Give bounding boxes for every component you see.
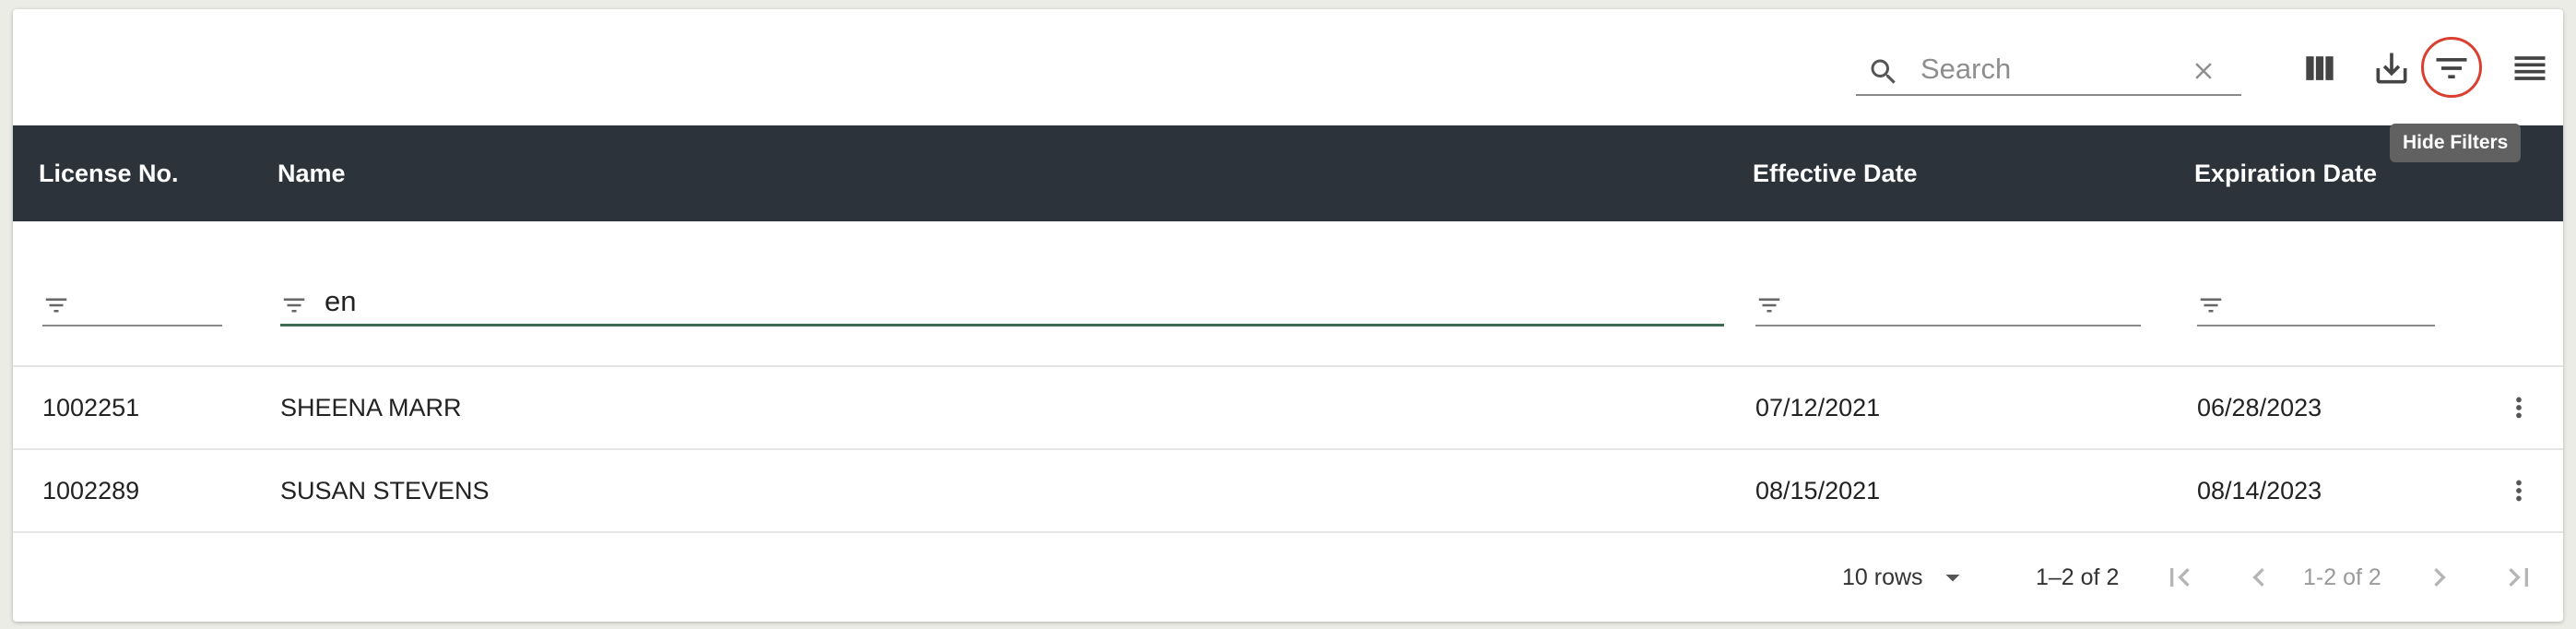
rows-per-page-value: 10 rows — [1842, 564, 1923, 590]
table-pagination: 10 rows 1–2 of 2 1-2 of 2 — [13, 533, 2563, 622]
search-icon — [1871, 59, 1896, 84]
expiration-date-cell: 08/14/2023 — [2197, 477, 2322, 504]
filter-icon — [283, 298, 305, 313]
previous-page-button[interactable] — [2239, 557, 2279, 598]
row-menu-button[interactable] — [2500, 389, 2537, 426]
column-header-effective-date[interactable]: Effective Date — [1753, 125, 1918, 221]
expiration-date-cell: 06/28/2023 — [2197, 394, 2322, 421]
expiration-date-filter-input[interactable] — [2239, 282, 2428, 321]
more-vert-icon — [2516, 480, 2522, 502]
pagination-range: 1–2 of 2 — [2036, 564, 2120, 590]
rows-per-page-select[interactable]: 10 rows — [1842, 553, 1969, 601]
view-list-button[interactable] — [2502, 41, 2558, 96]
columns-button[interactable] — [2292, 41, 2347, 96]
table-toolbar: Hide Filters — [13, 9, 2563, 162]
first-page-button[interactable] — [2159, 557, 2200, 598]
filter-row — [13, 221, 2563, 367]
filter-icon — [45, 298, 67, 313]
license-filter-input[interactable] — [85, 282, 218, 321]
column-header-name[interactable]: Name — [278, 125, 346, 221]
effective-date-cell: 08/15/2021 — [1755, 477, 1881, 504]
table-row[interactable]: 1002289 SUSAN STEVENS 08/15/2021 08/14/2… — [13, 450, 2563, 533]
chevron-right-icon — [2434, 568, 2446, 587]
effective-date-filter-input[interactable] — [1798, 282, 2133, 321]
download-icon — [2376, 53, 2407, 84]
filter-button[interactable] — [2424, 41, 2479, 96]
license-cell: 1002289 — [42, 477, 140, 504]
download-button[interactable] — [2364, 41, 2419, 96]
name-filter-input[interactable] — [323, 282, 1709, 321]
name-filter — [280, 280, 1724, 326]
page-indicator: 1-2 of 2 — [2303, 564, 2381, 590]
effective-date-filter — [1755, 280, 2141, 326]
last-page-button[interactable] — [2499, 557, 2539, 598]
chevron-left-icon — [2252, 568, 2264, 587]
table-body: 1002251 SHEENA MARR 07/12/2021 06/28/202… — [13, 367, 2563, 533]
next-page-button[interactable] — [2419, 557, 2460, 598]
data-table-card: Hide Filters License No. Name Effective … — [13, 9, 2563, 622]
name-cell: SUSAN STEVENS — [280, 477, 490, 504]
table-row[interactable]: 1002251 SHEENA MARR 07/12/2021 06/28/202… — [13, 367, 2563, 450]
expiration-date-filter — [2197, 280, 2435, 326]
license-cell: 1002251 — [42, 394, 140, 421]
filter-icon — [1758, 298, 1780, 313]
column-header-license[interactable]: License No. — [39, 125, 179, 221]
columns-icon — [2306, 56, 2334, 80]
more-vert-icon — [2516, 397, 2522, 419]
filter-icon — [2436, 58, 2467, 78]
last-page-icon — [2509, 568, 2528, 587]
license-filter — [42, 280, 222, 326]
clear-search-icon[interactable] — [2190, 57, 2217, 85]
dropdown-arrow-icon — [1945, 575, 1960, 582]
name-cell: SHEENA MARR — [280, 394, 462, 421]
view-list-icon — [2514, 56, 2546, 80]
table-header: License No. Name Effective Date Expirati… — [13, 125, 2563, 221]
effective-date-cell: 07/12/2021 — [1755, 394, 1881, 421]
column-header-expiration-date[interactable]: Expiration Date — [2194, 125, 2377, 221]
hide-filters-tooltip: Hide Filters — [2390, 124, 2522, 162]
filter-icon — [2200, 298, 2222, 313]
row-menu-button[interactable] — [2500, 472, 2537, 509]
search-box — [1856, 42, 2241, 96]
search-input[interactable] — [1919, 48, 2190, 90]
first-page-icon — [2170, 568, 2190, 587]
